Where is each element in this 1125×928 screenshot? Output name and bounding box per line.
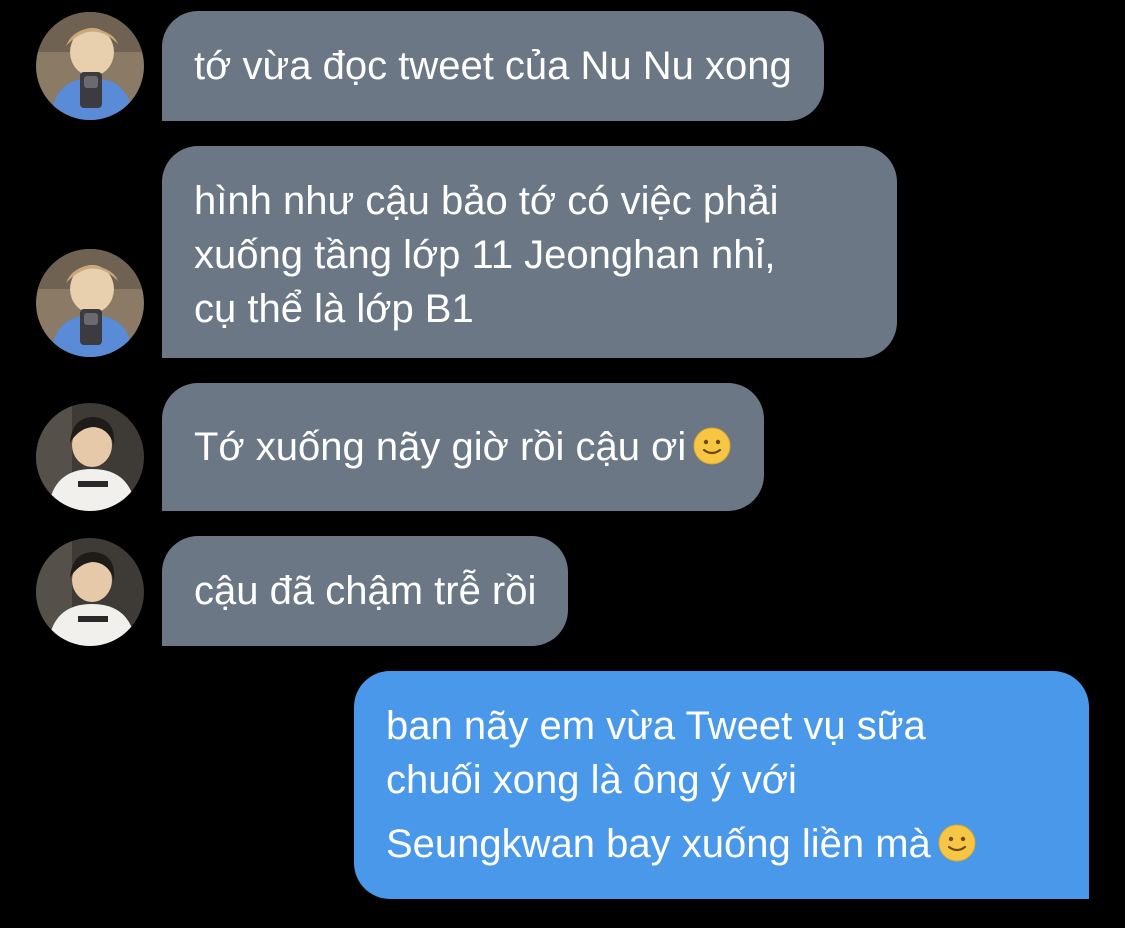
message-text: Tớ xuống nãy giờ rồi cậu ơi — [194, 425, 687, 469]
avatar-image — [36, 403, 144, 511]
message-bubble-2[interactable]: hình như cậu bảo tớ có việc phải xuống t… — [162, 146, 897, 358]
avatar-dark-hair[interactable] — [36, 403, 144, 511]
avatar-image — [36, 249, 144, 357]
message-bubble-3[interactable]: Tớ xuống nãy giờ rồi cậu ơi — [162, 383, 765, 511]
slightly-smiling-face-emoji — [692, 426, 732, 466]
message-text: cậu đã chậm trễ rồi — [194, 569, 537, 613]
message-text: cụ thể là lớp B1 — [194, 287, 474, 331]
avatar-image — [36, 538, 144, 646]
message-bubble-1[interactable]: tớ vừa đọc tweet của Nu Nu xong — [162, 11, 824, 121]
message-bubble-4[interactable]: cậu đã chậm trễ rồi — [162, 536, 569, 646]
message-text: Seungkwan bay xuống liền mà — [386, 822, 931, 866]
message-text: tớ vừa đọc tweet của Nu Nu xong — [194, 44, 792, 88]
avatar-blond[interactable] — [36, 249, 144, 357]
message-line: Tớ xuống nãy giờ rồi cậu ơi — [194, 420, 732, 474]
avatar-dark-hair[interactable] — [36, 538, 144, 646]
message-text: chuối xong là ông ý với — [386, 758, 797, 802]
message-text: hình như cậu bảo tớ có việc phải — [194, 179, 779, 223]
slightly-smiling-face-emoji — [937, 823, 977, 863]
avatar-image — [36, 12, 144, 120]
avatar-blond[interactable] — [36, 12, 144, 120]
message-text: xuống tầng lớp 11 Jeonghan nhỉ, — [194, 233, 776, 277]
message-line: Seungkwan bay xuống liền mà — [386, 817, 1057, 871]
message-bubble-5-outgoing[interactable]: ban nãy em vừa Tweet vụ sữa chuối xong l… — [354, 671, 1089, 899]
message-text: ban nãy em vừa Tweet vụ sữa — [386, 704, 926, 748]
